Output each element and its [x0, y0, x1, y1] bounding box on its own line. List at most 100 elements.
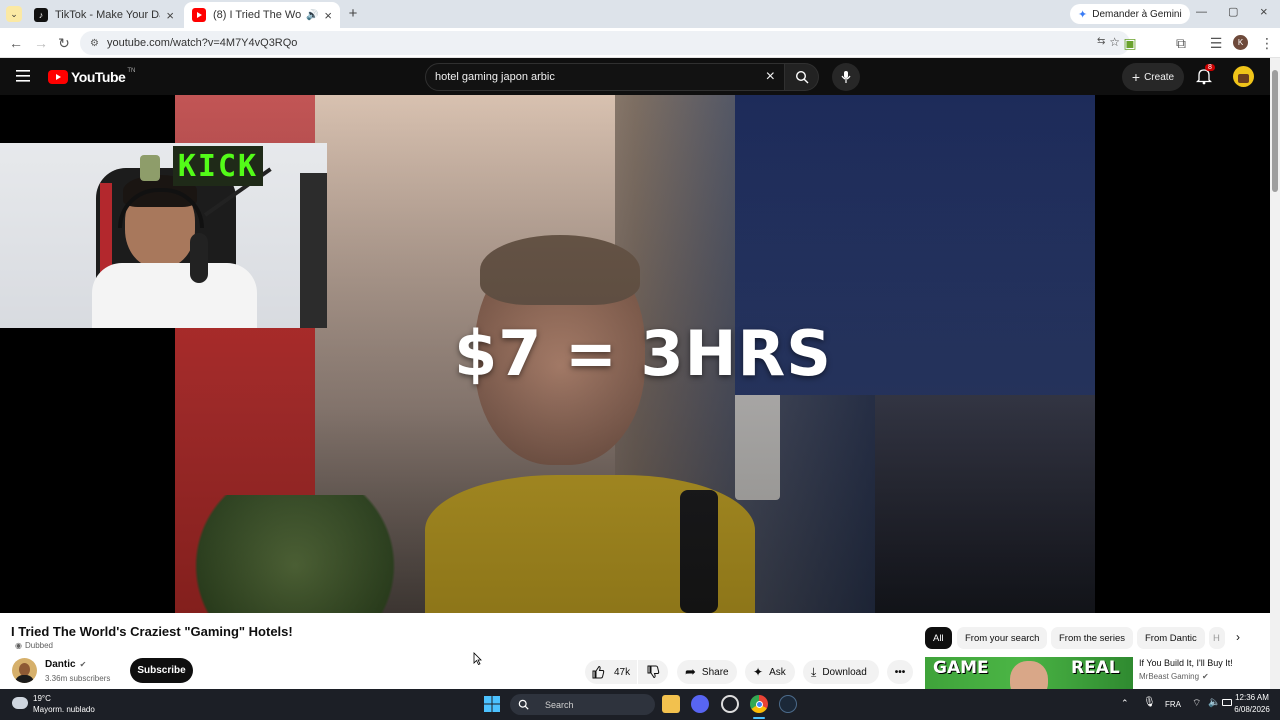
- profile-initial: K: [1237, 38, 1244, 47]
- clock-time[interactable]: 12:36 AM: [1230, 693, 1274, 702]
- browser-toolbar: ← → ↻ ⚙ youtube.com/watch?v=4M7Y4vQ3RQo …: [0, 28, 1280, 58]
- address-bar[interactable]: ⚙ youtube.com/watch?v=4M7Y4vQ3RQo ⇆ ☆: [80, 31, 1130, 55]
- thumb-face: [1010, 661, 1048, 689]
- forward-button[interactable]: →: [32, 34, 50, 52]
- notifications-button[interactable]: 8: [1196, 64, 1216, 87]
- create-button[interactable]: + Create: [1122, 63, 1184, 91]
- channel-name[interactable]: Dantic ✔: [45, 659, 86, 670]
- close-tab-icon[interactable]: ×: [324, 8, 332, 23]
- chip-from-your-search[interactable]: From your search: [957, 627, 1048, 649]
- close-window-button[interactable]: ×: [1260, 4, 1268, 19]
- recommendation-title[interactable]: If You Build It, I'll Buy It!: [1139, 658, 1233, 668]
- download-button[interactable]: ⤓ Download: [803, 660, 879, 684]
- clock-date[interactable]: 6/08/2026: [1228, 705, 1276, 714]
- start-button[interactable]: [483, 695, 501, 713]
- guide-menu-icon[interactable]: [16, 69, 32, 83]
- active-app-indicator: [753, 717, 765, 719]
- share-icon: ➦: [685, 664, 696, 679]
- windows-logo-icon: [484, 696, 500, 712]
- microphone-tray-icon[interactable]: 🎙: [1143, 697, 1156, 708]
- notification-count-badge: 8: [1205, 64, 1215, 71]
- extension-icon[interactable]: ▣: [1121, 34, 1139, 52]
- scrollbar-thumb[interactable]: [1272, 70, 1278, 192]
- video-title: I Tried The World's Craziest "Gaming" Ho…: [11, 624, 293, 639]
- like-count: 47k: [614, 666, 631, 678]
- gemini-button[interactable]: ✦ Demander à Gemini: [1070, 4, 1190, 24]
- voice-search-button[interactable]: [832, 63, 860, 91]
- dislike-button[interactable]: [638, 660, 668, 684]
- chip-from-dantic[interactable]: From Dantic: [1137, 627, 1205, 649]
- minimize-window-button[interactable]: —: [1196, 6, 1207, 18]
- recommendation-channel[interactable]: MrBeast Gaming ✔: [1139, 672, 1209, 681]
- app-icon[interactable]: [721, 695, 739, 713]
- chip-all[interactable]: All: [925, 627, 952, 649]
- close-tab-icon[interactable]: ×: [166, 8, 174, 23]
- steam-icon[interactable]: [779, 695, 797, 713]
- channel-avatar[interactable]: [12, 658, 37, 683]
- tab-youtube[interactable]: (8) I Tried The World's Crazi 🔊 ×: [184, 2, 340, 28]
- weather-icon[interactable]: [12, 697, 28, 709]
- reload-button[interactable]: ↻: [55, 34, 73, 52]
- search-button[interactable]: [785, 63, 819, 91]
- show-hidden-icons[interactable]: ⌃: [1121, 698, 1129, 709]
- bookmark-star-icon[interactable]: ☆: [1109, 35, 1120, 49]
- tab-tiktok[interactable]: ♪ TikTok - Make Your Day ×: [26, 2, 182, 28]
- youtube-play-icon: [48, 70, 68, 84]
- volume-icon[interactable]: 🔈: [1208, 697, 1220, 708]
- page-scrollbar[interactable]: [1270, 58, 1280, 689]
- download-label: Download: [822, 666, 867, 678]
- dubbed-label: Dubbed: [24, 641, 54, 650]
- verified-icon: ✔: [79, 660, 87, 669]
- discord-icon[interactable]: [691, 695, 709, 713]
- account-avatar[interactable]: [1233, 66, 1254, 87]
- extensions-puzzle-icon[interactable]: ⧉: [1172, 34, 1190, 52]
- ask-button[interactable]: ✦ Ask: [745, 660, 795, 684]
- profile-avatar[interactable]: K: [1233, 35, 1248, 50]
- input-language[interactable]: FRA: [1165, 700, 1181, 709]
- shelf-item: [140, 155, 160, 181]
- browser-tab-strip: ⌄ ♪ TikTok - Make Your Day × (8) I Tried…: [0, 0, 1280, 28]
- tab-title: (8) I Tried The World's Crazi: [213, 9, 302, 21]
- chip-from-the-series[interactable]: From the series: [1051, 627, 1133, 649]
- back-button[interactable]: ←: [7, 34, 25, 52]
- wifi-icon[interactable]: ⌔: [1192, 697, 1201, 710]
- search-input[interactable]: hotel gaming japon arbic ×: [425, 63, 785, 91]
- plus-icon: +: [1131, 69, 1141, 85]
- video-player[interactable]: $7 = 3HRS KICK: [0, 95, 1270, 613]
- youtube-logo[interactable]: YouTube TN: [48, 68, 135, 85]
- gemini-label: Demander à Gemini: [1092, 8, 1182, 20]
- translate-icon[interactable]: ⇆: [1097, 36, 1105, 47]
- speaker-icon[interactable]: 🔊: [306, 10, 318, 21]
- file-explorer-icon[interactable]: [662, 695, 680, 713]
- chips-next-icon[interactable]: ›: [1236, 630, 1240, 644]
- tab-title: TikTok - Make Your Day: [55, 9, 161, 21]
- sparkle-icon: ✦: [753, 665, 764, 679]
- more-actions-button[interactable]: •••: [887, 660, 913, 684]
- taskbar-search-placeholder: Search: [545, 699, 574, 710]
- share-button[interactable]: ➦ Share: [677, 660, 737, 684]
- recommendation-thumbnail[interactable]: GAME REAL: [925, 657, 1133, 689]
- search-icon: [795, 70, 808, 84]
- chrome-menu-icon[interactable]: ⋮: [1258, 34, 1276, 52]
- clear-search-icon[interactable]: ×: [766, 68, 775, 86]
- tiktok-icon: ♪: [34, 8, 48, 22]
- weather-description[interactable]: Mayorm. nublado: [33, 705, 95, 714]
- verified-icon: ✔: [1202, 672, 1209, 681]
- reading-list-icon[interactable]: ☰: [1207, 34, 1225, 52]
- subscribe-button[interactable]: Subscribe: [130, 658, 193, 683]
- chip-partial[interactable]: H: [1209, 627, 1225, 649]
- microphone-arm: [190, 233, 208, 283]
- maximize-window-button[interactable]: ▢: [1228, 5, 1238, 18]
- tab-search-dropdown-button[interactable]: ⌄: [6, 6, 22, 22]
- weather-temperature[interactable]: 19°C: [33, 694, 51, 703]
- new-tab-button[interactable]: +: [345, 5, 361, 22]
- chrome-icon[interactable]: [750, 695, 768, 713]
- search-icon: [518, 699, 529, 710]
- streamer-webcam: KICK: [0, 143, 327, 328]
- like-button[interactable]: 47k: [585, 660, 637, 684]
- watch-metadata: I Tried The World's Craziest "Gaming" Ho…: [0, 613, 1270, 689]
- taskbar-search-box[interactable]: Search: [510, 694, 655, 715]
- site-info-icon[interactable]: ⚙: [90, 38, 99, 49]
- url-text: youtube.com/watch?v=4M7Y4vQ3RQo: [106, 37, 298, 49]
- ask-label: Ask: [769, 666, 786, 678]
